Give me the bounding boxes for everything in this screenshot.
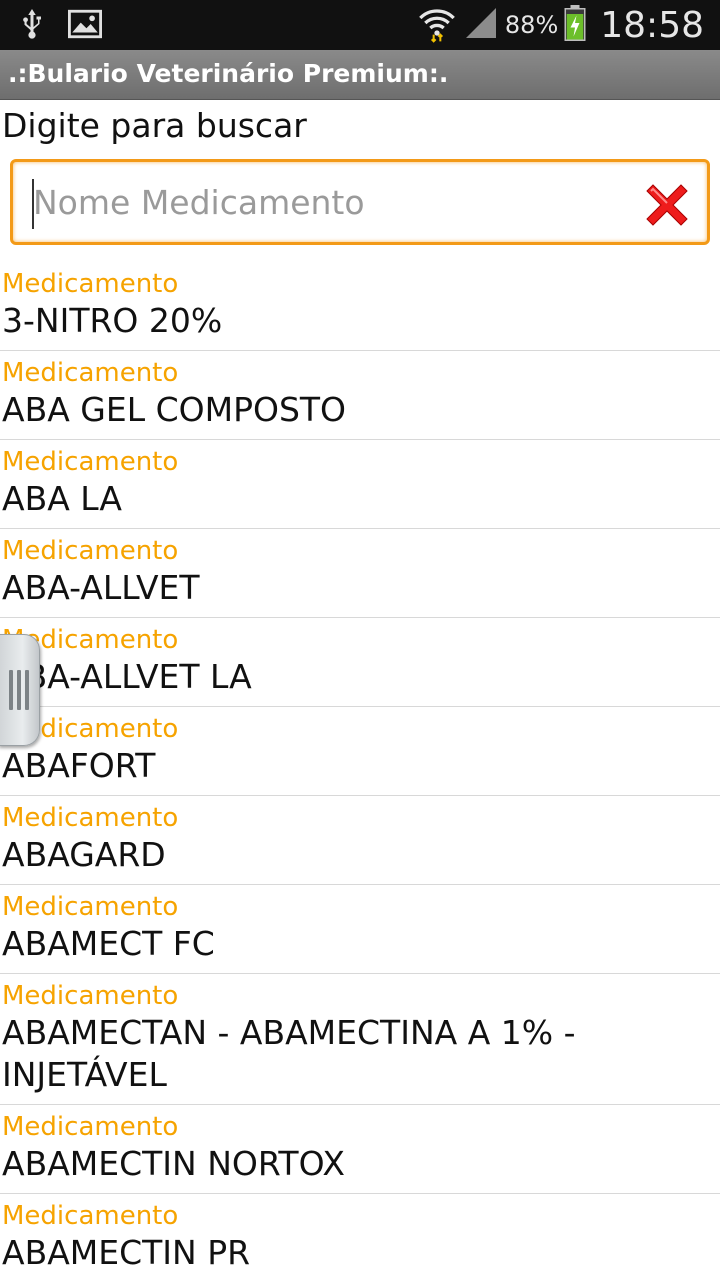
grip-line-icon — [24, 670, 29, 710]
list-item-label: Medicamento — [2, 803, 179, 833]
clear-search-button[interactable] — [641, 181, 693, 233]
list-item-label: Medicamento — [2, 447, 179, 477]
list-item[interactable]: Medicamento ABA-ALLVET — [0, 529, 720, 618]
grip-line-icon — [16, 670, 21, 710]
list-item[interactable]: Medicamento ABAMECTIN PR — [0, 1194, 720, 1280]
list-item[interactable]: Medicamento ABAGARD — [0, 796, 720, 885]
grip-line-icon — [8, 670, 13, 710]
list-item[interactable]: Medicamento ABA GEL COMPOSTO — [0, 351, 720, 440]
side-drawer-handle[interactable] — [0, 634, 40, 746]
list-item[interactable]: Medicamento ABA-ALLVET LA — [0, 618, 720, 707]
list-item-name: ABAFORT — [2, 746, 156, 785]
wifi-icon — [417, 3, 457, 47]
medication-list[interactable]: Medicamento 3-NITRO 20% Medicamento ABA GEL… — [0, 262, 720, 1280]
list-item-label: Medicamento — [2, 714, 179, 744]
status-bar-system: 88% 18:58 — [417, 0, 704, 50]
list-item-label: Medicamento — [2, 1112, 179, 1142]
list-item-label: Medicamento — [2, 269, 179, 299]
list-item-label: Medicamento — [2, 981, 179, 1011]
list-item-name: ABA LA — [2, 479, 122, 518]
status-bar: 88% 18:58 — [0, 0, 720, 50]
list-item[interactable]: Medicamento ABAMECT FC — [0, 885, 720, 974]
list-item-name: ABAMECT FC — [2, 924, 215, 963]
list-item-name: ABA-ALLVET LA — [2, 657, 252, 696]
list-item-name: ABA GEL COMPOSTO — [2, 390, 347, 429]
list-item-name: ABAMECTAN - ABAMECTINA A 1% - INJETÁVEL — [2, 1013, 576, 1094]
list-item-name: 3-NITRO 20% — [2, 301, 223, 340]
app-title: .:Bulario Veterinário Premium:. — [8, 59, 449, 88]
signal-icon — [463, 5, 499, 45]
list-item[interactable]: Medicamento ABAMECTIN NORTOX — [0, 1105, 720, 1194]
search-box — [10, 159, 710, 245]
battery-percent: 88% — [504, 11, 559, 39]
search-label: Digite para buscar — [2, 106, 307, 145]
clock: 18:58 — [600, 4, 704, 46]
app-title-bar: .:Bulario Veterinário Premium:. — [0, 50, 720, 100]
list-item-label: Medicamento — [2, 1201, 179, 1231]
list-item[interactable]: Medicamento ABAMECTAN - ABAMECTINA A 1% -… — [0, 974, 720, 1105]
list-item[interactable]: Medicamento 3-NITRO 20% — [0, 262, 720, 351]
list-item-name: ABAMECTIN NORTOX — [2, 1144, 346, 1183]
battery-charging-icon — [564, 5, 586, 45]
list-item-label: Medicamento — [2, 358, 179, 388]
list-item-label: Medicamento — [2, 892, 179, 922]
status-bar-notifications — [14, 6, 102, 46]
close-icon — [641, 179, 693, 235]
list-item[interactable]: Medicamento ABA LA — [0, 440, 720, 529]
usb-icon — [14, 6, 50, 46]
list-item[interactable]: Medicamento ABAFORT — [0, 707, 720, 796]
list-item-name: ABAGARD — [2, 835, 166, 874]
list-item-name: ABA-ALLVET — [2, 568, 200, 607]
list-item-label: Medicamento — [2, 625, 179, 655]
list-item-name: ABAMECTIN PR — [2, 1233, 251, 1272]
list-item-label: Medicamento — [2, 536, 179, 566]
search-input[interactable] — [33, 176, 613, 228]
image-icon — [68, 9, 102, 43]
